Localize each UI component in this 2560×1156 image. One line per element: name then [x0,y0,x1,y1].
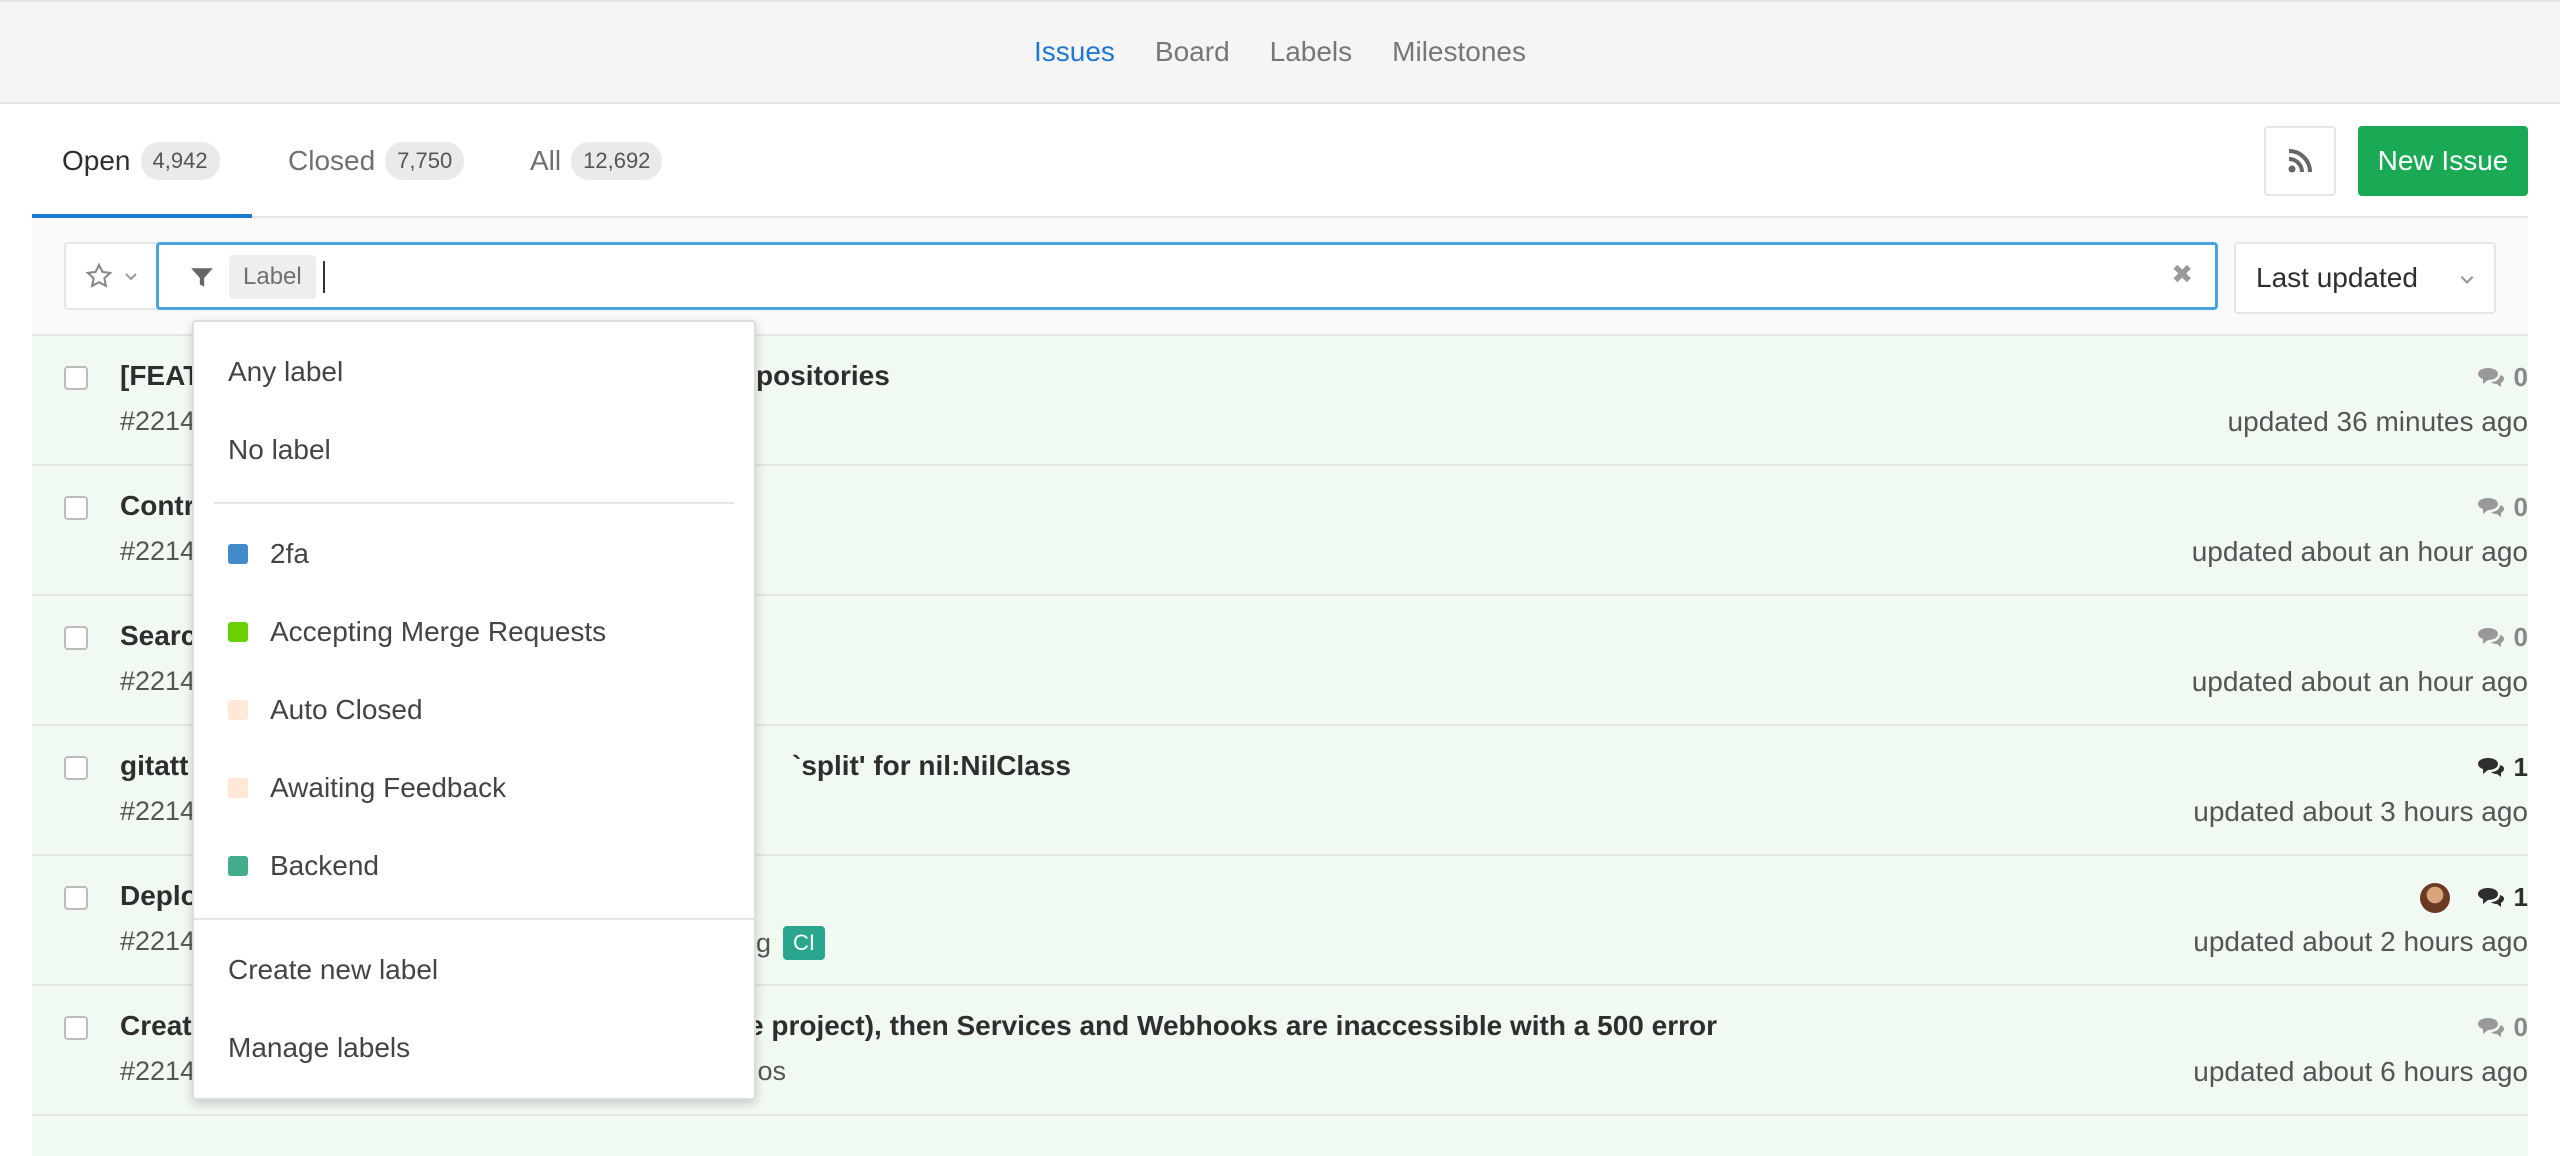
dropdown-item-label[interactable]: Awaiting Feedback [228,772,506,804]
issue-title[interactable]: gitatt `split' for nil:NilClass [120,750,1071,782]
avatar[interactable] [2419,882,2450,913]
tab-open-label: Open [62,145,131,176]
chevron-down-icon [125,273,137,281]
updated-time: updated about an hour ago [2191,666,2528,697]
dropdown-item-label[interactable]: Accepting Merge Requests [228,616,606,648]
label-color-swatch [228,544,248,564]
issue-reference: #2214 [120,926,196,956]
issue-reference: #2214 [120,406,196,436]
updated-time: updated about 6 hours ago [2193,1056,2528,1087]
filter-bar: Label ✖ Last updated [32,218,2528,336]
filtered-search-input[interactable]: Label ✖ [156,242,2218,310]
issue-meta: g CI [756,926,826,960]
label-filter-dropdown: Any label No label 2fa Accepting Merge R… [192,320,756,1100]
create-label-link[interactable]: Create new label [228,954,438,986]
text-caret [323,261,325,293]
comment-count[interactable]: 0 [2476,362,2528,393]
label-color-swatch [228,622,248,642]
tab-all-count: 12,692 [571,142,663,180]
issue-checkbox[interactable] [64,1016,88,1040]
issue-reference: #2214 [120,536,196,566]
rss-button[interactable] [2264,126,2336,196]
label-color-swatch [228,856,248,876]
issue-checkbox[interactable] [64,756,88,780]
tab-open[interactable]: Open 4,942 [62,104,220,218]
issue-title[interactable]: [FEAT positories [120,360,890,392]
filter-icon [191,268,213,287]
tab-all[interactable]: All 12,692 [530,104,663,218]
issue-reference: #2214 [120,796,196,826]
issue-checkbox[interactable] [64,886,88,910]
sort-dropdown[interactable]: Last updated [2234,242,2496,314]
project-subnav: Issues Board Labels Milestones [0,0,2560,104]
issue-checkbox[interactable] [64,626,88,650]
label-badge[interactable]: CI [783,926,826,960]
chevron-down-icon [2460,275,2474,284]
tab-closed-label: Closed [288,145,376,176]
updated-time: updated 36 minutes ago [2227,406,2528,437]
issue-reference: #2214 [120,666,196,696]
updated-time: updated about 2 hours ago [2193,926,2528,957]
tab-closed[interactable]: Closed 7,750 [288,104,465,218]
comment-count[interactable]: 0 [2476,1012,2528,1043]
comments-icon [2477,497,2504,517]
tab-open-count: 4,942 [140,142,220,180]
dropdown-item-no-label[interactable]: No label [228,434,331,466]
comments-icon [2477,1017,2504,1037]
label-color-swatch [228,778,248,798]
issue-reference: #2214 [120,1056,196,1086]
dropdown-item-label[interactable]: Auto Closed [228,694,423,726]
recent-searches-dropdown[interactable] [64,242,160,310]
issue-title[interactable]: Creat e project), then Services and Webho… [120,1010,1717,1042]
updated-time: updated about 3 hours ago [2193,796,2528,827]
comments-icon [2477,627,2504,647]
list-item[interactable] [32,1116,2528,1156]
issue-title[interactable]: Deplo [120,880,198,912]
manage-labels-link[interactable]: Manage labels [228,1032,410,1064]
sort-value: Last updated [2256,262,2418,293]
issue-checkbox[interactable] [64,496,88,520]
comment-count[interactable]: 0 [2476,492,2528,523]
updated-time: updated about an hour ago [2191,536,2528,567]
dropdown-item-any-label[interactable]: Any label [228,356,343,388]
nav-labels[interactable]: Labels [1270,36,1353,68]
comments-icon [2477,757,2504,777]
rss-icon [2288,149,2312,173]
comment-count[interactable]: 1 [2476,752,2528,783]
label-filter-token[interactable]: Label [229,255,316,299]
dropdown-item-label[interactable]: 2fa [228,538,309,570]
comments-icon [2477,367,2504,387]
new-issue-button[interactable]: New Issue [2358,126,2528,196]
comment-count[interactable]: 0 [2476,622,2528,653]
dropdown-item-label[interactable]: Backend [228,850,379,882]
dropdown-divider [194,918,754,920]
star-icon [85,262,113,288]
nav-board[interactable]: Board [1155,36,1230,68]
comment-count[interactable]: 1 [2419,882,2528,913]
nav-issues[interactable]: Issues [1034,36,1115,68]
tab-all-label: All [530,145,562,176]
dropdown-divider [214,502,734,504]
nav-milestones[interactable]: Milestones [1392,36,1526,68]
tab-closed-count: 7,750 [385,142,465,180]
comments-icon [2477,887,2504,907]
issue-title[interactable]: Contr [120,490,195,522]
issue-title[interactable]: Searc [120,620,196,652]
issue-state-tabs: Open 4,942 Closed 7,750 All 12,692 [32,104,2528,218]
label-color-swatch [228,700,248,720]
issue-checkbox[interactable] [64,366,88,390]
clear-search-icon[interactable]: ✖ [2171,259,2193,290]
